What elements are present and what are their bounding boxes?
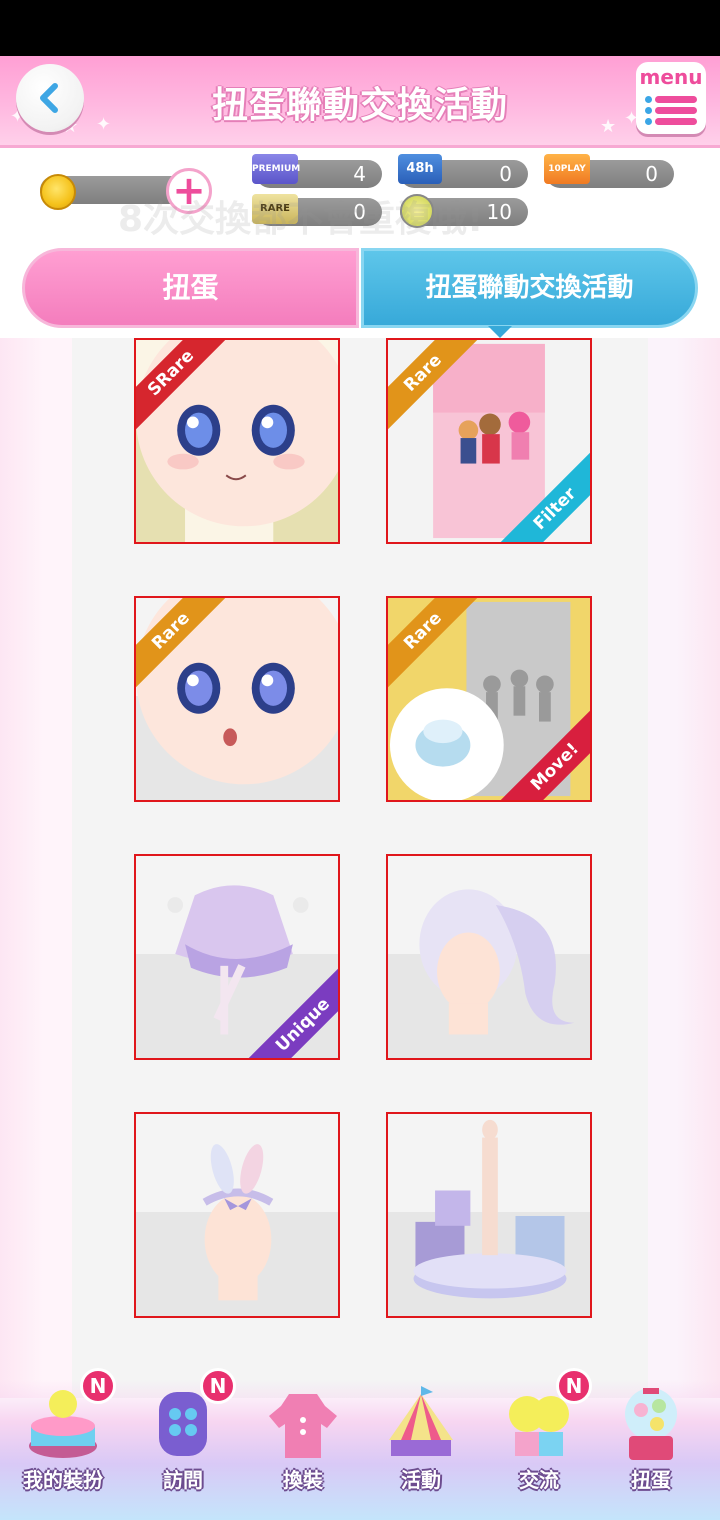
new-badge: N (200, 1368, 236, 1404)
tab-gacha[interactable]: 扭蛋 (22, 248, 359, 328)
nav-label: 換裝 (283, 1468, 323, 1492)
circus-tent-icon (389, 1386, 453, 1456)
nav-label: 扭蛋 (631, 1468, 671, 1492)
nav-label: 活動 (401, 1468, 441, 1492)
sparkle-icon: ★ (600, 116, 617, 137)
app-header: ✦ ★ ✦ ★ ✦ 扭蛋聯動交換活動 menu (0, 56, 720, 148)
gacha-machine-icon (625, 1388, 677, 1460)
sparkle-icon: ✦ (96, 114, 112, 135)
item-card[interactable]: Rare Move! (386, 596, 592, 802)
menu-label: menu (639, 65, 703, 89)
active-tab-pointer (488, 326, 512, 338)
content-area: SRare Rare Filter Rare Rare Move! Unique (0, 338, 720, 1398)
ticket-10play-icon: 10PLAY (544, 154, 590, 184)
item-card[interactable]: SRare (134, 338, 340, 544)
dress-icon (269, 1394, 337, 1458)
item-card[interactable] (386, 1112, 592, 1318)
new-badge: N (556, 1368, 592, 1404)
nav-label: 我的裝扮 (23, 1468, 103, 1492)
hair-item (388, 856, 590, 1058)
nav-visit[interactable]: N 訪問 (128, 1368, 238, 1500)
new-badge: N (80, 1368, 116, 1404)
tab-bar: 扭蛋 扭蛋聯動交換活動 (22, 248, 698, 328)
nav-social[interactable]: N 交流 (484, 1368, 594, 1500)
item-card[interactable] (134, 1112, 340, 1318)
item-card[interactable] (386, 854, 592, 1060)
headband-item (136, 1114, 338, 1316)
chevron-left-icon (40, 83, 58, 113)
exchange-notice: 8次交換都不會重複哦! (118, 199, 484, 240)
item-card[interactable]: Rare (134, 596, 340, 802)
page-title: 扭蛋聯動交換活動 (211, 85, 508, 126)
item-card[interactable]: Rare Filter (386, 338, 592, 544)
nav-gacha[interactable]: 扭蛋 (596, 1380, 706, 1500)
tab-exchange-event[interactable]: 扭蛋聯動交換活動 (361, 248, 698, 328)
back-button[interactable] (16, 64, 84, 132)
premium-ticket-icon: PREMIUM (252, 154, 300, 184)
menu-button[interactable]: menu (636, 62, 706, 134)
nav-event[interactable]: 活動 (366, 1380, 476, 1500)
nav-dress-up[interactable]: 換裝 (248, 1380, 358, 1500)
nav-label: 訪問 (163, 1468, 203, 1492)
item-card[interactable]: Unique (134, 854, 340, 1060)
status-bar (0, 0, 720, 56)
bottom-nav: N 我的裝扮 N 訪問 換裝 活動 N 交流 扭蛋 (0, 1368, 720, 1520)
ticket-48h-icon: 48h (398, 154, 442, 184)
coin-icon (40, 174, 76, 210)
hamburger-icon (645, 92, 697, 125)
nav-label: 交流 (519, 1468, 559, 1492)
stage-item (388, 1114, 590, 1316)
nav-my-outfit[interactable]: N 我的裝扮 (8, 1368, 118, 1500)
